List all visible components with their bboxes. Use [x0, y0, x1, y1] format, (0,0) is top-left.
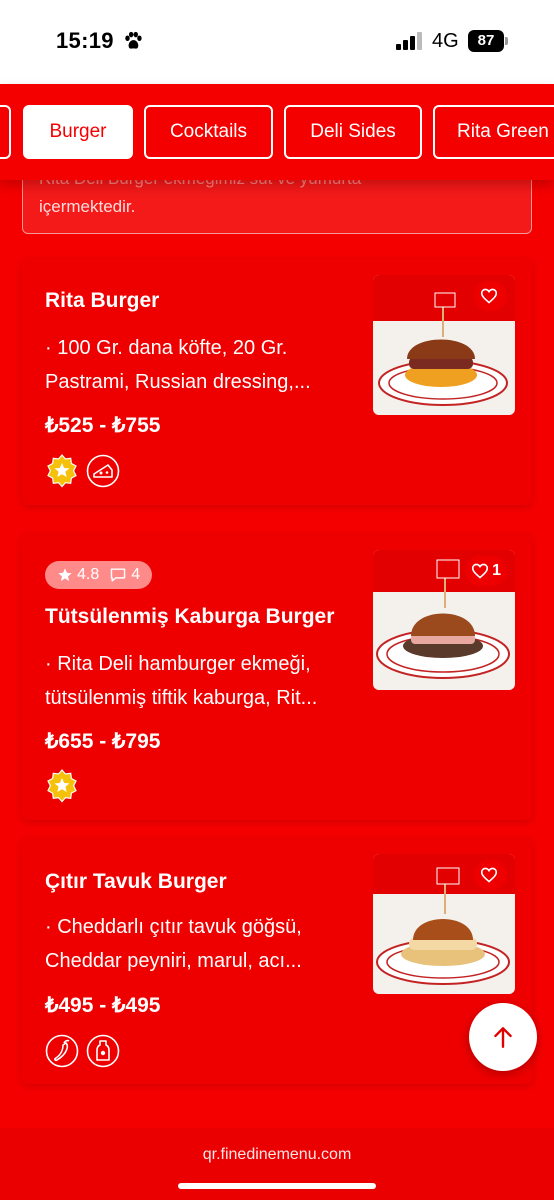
- home-indicator[interactable]: [178, 1183, 376, 1189]
- battery-icon: 87: [468, 30, 508, 52]
- product-image: [373, 854, 515, 994]
- scroll-to-top-button[interactable]: [469, 1003, 537, 1071]
- badge-row: [45, 769, 79, 803]
- comment-icon: [110, 568, 126, 582]
- battery-level: 87: [468, 30, 504, 52]
- cheese-icon: [86, 454, 120, 488]
- badge-row: [45, 454, 120, 488]
- badge-row: [45, 1034, 120, 1068]
- chili-pepper-icon: [45, 1034, 79, 1068]
- bottle-icon: [86, 1034, 120, 1068]
- network-label: 4G: [432, 30, 459, 52]
- heart-icon: [472, 563, 489, 579]
- url-text: qr.finedinemenu.com: [202, 1146, 352, 1163]
- rating-value: 4.8: [77, 566, 100, 583]
- tab-cocktails[interactable]: Cocktails: [144, 105, 273, 159]
- paw-icon: [125, 31, 142, 49]
- product-price: ₺525 - ₺755: [45, 414, 161, 437]
- comment-count: 4: [131, 566, 141, 583]
- arrow-up-icon: [494, 1027, 512, 1048]
- star-icon: [58, 568, 72, 581]
- product-title: Rita Burger: [45, 289, 160, 312]
- product-card-rita-burger[interactable]: Rita Burger · 100 Gr. dana köfte, 20 Gr.…: [22, 259, 532, 505]
- browser-url-bar[interactable]: qr.finedinemenu.com: [0, 1128, 554, 1200]
- heart-icon: [480, 867, 498, 883]
- tab-deli-sides[interactable]: Deli Sides: [284, 105, 422, 159]
- product-image: [373, 275, 515, 415]
- product-title: Çıtır Tavuk Burger: [45, 870, 227, 893]
- tab-previous[interactable]: [0, 105, 11, 159]
- status-time: 15:19: [56, 28, 114, 53]
- favorite-count: 1: [492, 562, 501, 579]
- status-bar: 15:19 4G 87: [0, 0, 554, 84]
- note-text-line2: içermektedir.: [39, 197, 136, 216]
- favorite-button[interactable]: [474, 860, 507, 890]
- product-description: · Cheddarlı çıtır tavuk göğsü, Cheddar p…: [45, 916, 302, 972]
- product-image: 1: [373, 550, 515, 690]
- product-card-citir-tavuk-burger[interactable]: Çıtır Tavuk Burger · Cheddarlı çıtır tav…: [22, 838, 532, 1084]
- heart-icon: [480, 288, 498, 304]
- product-price: ₺495 - ₺495: [45, 994, 161, 1017]
- tab-burger[interactable]: Burger: [23, 105, 133, 159]
- product-card-tutsulenmis-kaburga-burger[interactable]: 4.8 4 Tütsülenmiş Kaburga Burger · Rita …: [22, 534, 532, 820]
- favorite-button[interactable]: 1: [465, 556, 507, 586]
- star-badge-icon: [47, 454, 77, 488]
- product-description: · Rita Deli hamburger ekmeği, tütsülenmi…: [45, 653, 318, 709]
- tab-rita-green[interactable]: Rita Green: [433, 105, 554, 159]
- signal-icon: [396, 32, 422, 50]
- category-tabs: Burger Cocktails Deli Sides Rita Green: [0, 84, 554, 180]
- star-badge-icon: [47, 769, 77, 803]
- favorite-button[interactable]: [474, 281, 507, 311]
- product-title: Tütsülenmiş Kaburga Burger: [45, 605, 335, 628]
- product-price: ₺655 - ₺795: [45, 730, 161, 753]
- product-description: · 100 Gr. dana köfte, 20 Gr. Pastrami, R…: [45, 337, 311, 393]
- rating-pill: 4.8 4: [45, 561, 153, 589]
